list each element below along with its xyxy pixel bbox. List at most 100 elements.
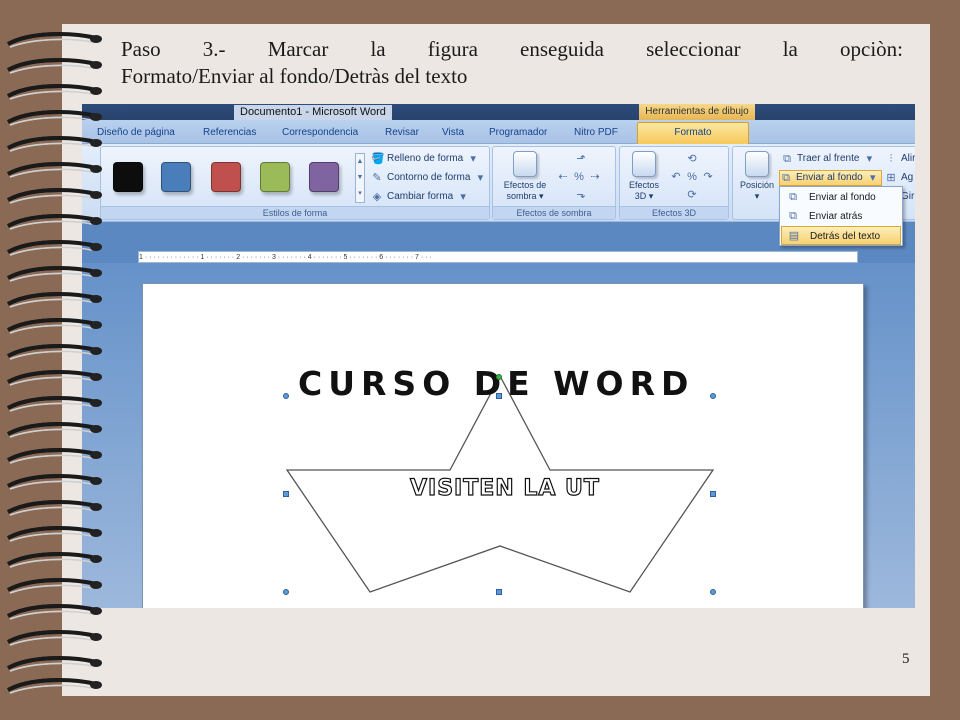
nudge-shadow-up[interactable]: ⬏ — [575, 151, 587, 167]
tab-format[interactable]: Formato — [637, 122, 749, 144]
context-tool-title: Herramientas de dibujo — [639, 104, 755, 120]
position-button[interactable]: Posición ▾ — [735, 151, 779, 202]
nudge-shadow-left[interactable]: ⇠% ⇢ — [557, 169, 601, 185]
send-backward-icon: ⧉ — [789, 210, 797, 222]
rotate-label: Gir — [901, 191, 915, 202]
shadow-icon — [513, 151, 537, 177]
align-icon: ⫶ — [889, 153, 893, 165]
resize-handle-left[interactable] — [283, 491, 289, 497]
window-title: Documento1 - Microsoft Word — [234, 105, 392, 120]
shape-outline-button[interactable]: ✎ Contorno de forma ▾ — [371, 170, 486, 186]
tilt-right-icon: ↷ — [703, 171, 713, 183]
heading-line-1: Paso 3.- Marcar la figura enseguida sele… — [121, 37, 903, 61]
star-text[interactable]: VISITEN LA UT — [409, 475, 600, 501]
heading-line-2: Formato/Enviar al fondo/Detràs del texto — [121, 64, 468, 88]
send-to-back-menu: ⧉ Enviar al fondo ⧉ Enviar atrás ▤ Detrás d… — [779, 186, 903, 246]
effects-3d-button[interactable]: Efectos 3D ▾ — [622, 151, 666, 202]
document-area: CURSO DE WORD VISITEN LA UT — [82, 263, 915, 608]
cube-3d-icon — [632, 151, 656, 177]
resize-handle-br[interactable] — [710, 589, 716, 595]
send-back-icon: ⧉ — [782, 172, 790, 184]
style-swatch-1[interactable] — [113, 162, 143, 192]
change-shape-label: Cambiar forma — [387, 191, 454, 202]
group-shadow-effects: Efectos de sombra ▾ ⬏ ⇠% ⇢ ⬎ Efectos de s… — [492, 146, 616, 220]
pencil-icon: ✎ — [372, 172, 382, 184]
toggle-3d-icon: % — [687, 171, 697, 183]
horizontal-ruler[interactable]: 1 · · · · · · · · · · · · · 1 · · · · · … — [138, 251, 858, 263]
nudge-down-icon: ⬎ — [576, 189, 586, 201]
effects-3d-text: Efectos 3D — [628, 180, 659, 201]
shadow-effects-text: Efectos de sombra — [503, 180, 547, 201]
behind-text-icon: ▤ — [788, 230, 800, 242]
resize-handle-bl[interactable] — [283, 589, 289, 595]
rotate-handle[interactable] — [496, 374, 502, 380]
send-to-back-button[interactable]: ⧉ Enviar al fondo ▾ — [779, 170, 882, 186]
ribbon-tabs: Diseño de página Referencias Corresponde… — [82, 120, 915, 144]
group-icon: ⊞ — [886, 172, 896, 184]
menu-item-send-backward[interactable]: ⧉ Enviar atrás — [781, 207, 901, 226]
group-3d-effects: Efectos 3D ▾ ⟲ ↶% ↷ ⟳ Efectos 3D — [619, 146, 729, 220]
tilt-up-icon: ⟲ — [687, 153, 697, 165]
tilt-left-icon: ↶ — [671, 171, 681, 183]
align-label: Alir — [901, 153, 915, 164]
tab-view[interactable]: Vista — [442, 124, 464, 142]
tilt-down-icon: ⟳ — [687, 189, 697, 201]
change-shape-button[interactable]: ◈ Cambiar forma ▾ — [371, 189, 469, 205]
bring-front-icon: ⧉ — [783, 153, 791, 165]
shape-fill-button[interactable]: 🪣 Relleno de forma ▾ — [371, 151, 479, 167]
title-bar: Documento1 - Microsoft Word Herramientas… — [82, 104, 915, 120]
paint-bucket-icon: 🪣 — [371, 153, 385, 165]
style-swatch-2[interactable] — [161, 162, 191, 192]
tab-references[interactable]: Referencias — [203, 124, 256, 142]
style-swatch-5[interactable] — [309, 162, 339, 192]
menu-item-behind-text[interactable]: ▤ Detrás del texto — [781, 226, 901, 245]
nudge-shadow-down[interactable]: ⬎ — [575, 187, 587, 203]
menu-item-label: Enviar al fondo — [809, 192, 876, 203]
chevron-down-icon: ▾ — [869, 172, 876, 184]
resize-handle-bottom[interactable] — [496, 589, 502, 595]
menu-item-send-to-back[interactable]: ⧉ Enviar al fondo — [781, 188, 901, 207]
group-label: Ag — [901, 172, 914, 183]
shadow-effects-label: Efectos de sombra — [493, 206, 615, 219]
chevron-down-icon: ▾ — [460, 191, 466, 203]
style-swatch-4[interactable] — [260, 162, 290, 192]
nudge-left-icon: ⇠ — [558, 171, 568, 183]
word-screenshot: Documento1 - Microsoft Word Herramientas… — [82, 104, 915, 608]
shape-outline-label: Contorno de forma — [387, 172, 471, 183]
shape-fill-label: Relleno de forma — [387, 153, 464, 164]
bring-to-front-button[interactable]: ⧉ Traer al frente ▾ — [781, 151, 875, 167]
resize-handle-tr[interactable] — [710, 393, 716, 399]
slide-heading: Paso 3.- Marcar la figura enseguida sele… — [121, 36, 903, 90]
shapes-icon: ◈ — [372, 191, 382, 203]
tilt-controls[interactable]: ↶% ↷ — [670, 169, 714, 185]
resize-handle-right[interactable] — [710, 491, 716, 497]
tab-developer[interactable]: Programador — [489, 124, 547, 142]
bring-front-label: Traer al frente — [797, 153, 860, 164]
spiral-binding-front — [6, 32, 104, 695]
tilt-up-button[interactable]: ⟲ — [686, 151, 698, 167]
shadow-effects-button[interactable]: Efectos de sombra ▾ — [497, 151, 553, 202]
align-button[interactable]: ⫶ Alir — [885, 151, 915, 167]
tilt-down-button[interactable]: ⟳ — [686, 187, 698, 203]
resize-handle-top[interactable] — [496, 393, 502, 399]
group-shape-styles: ▲ ▼ ▾ 🪣 Relleno de forma ▾ ✎ Contorno de form… — [100, 146, 490, 220]
styles-gallery-scroll[interactable]: ▲ ▼ ▾ — [355, 153, 365, 203]
tab-review[interactable]: Revisar — [385, 124, 419, 142]
menu-item-label: Detrás del texto — [810, 231, 881, 242]
tab-nitro-pdf[interactable]: Nitro PDF — [574, 124, 618, 142]
chevron-down-icon: ▾ — [866, 153, 873, 165]
shape-styles-label: Estilos de forma — [101, 206, 489, 219]
style-swatch-3[interactable] — [211, 162, 241, 192]
send-back-label: Enviar al fondo — [796, 172, 863, 183]
nudge-right-icon: ⇢ — [590, 171, 600, 183]
tab-mailings[interactable]: Correspondencia — [282, 124, 358, 142]
page-number: 5 — [902, 651, 910, 667]
effects-3d-label: Efectos 3D — [620, 206, 728, 219]
position-text: Posición — [739, 180, 775, 190]
resize-handle-tl[interactable] — [283, 393, 289, 399]
send-back-icon: ⧉ — [789, 191, 797, 203]
chevron-down-icon: ▾ — [477, 172, 484, 184]
document-page[interactable]: CURSO DE WORD VISITEN LA UT — [142, 283, 864, 608]
chevron-down-icon: ▾ — [470, 153, 476, 165]
group-button[interactable]: ⊞ Ag — [885, 170, 913, 186]
